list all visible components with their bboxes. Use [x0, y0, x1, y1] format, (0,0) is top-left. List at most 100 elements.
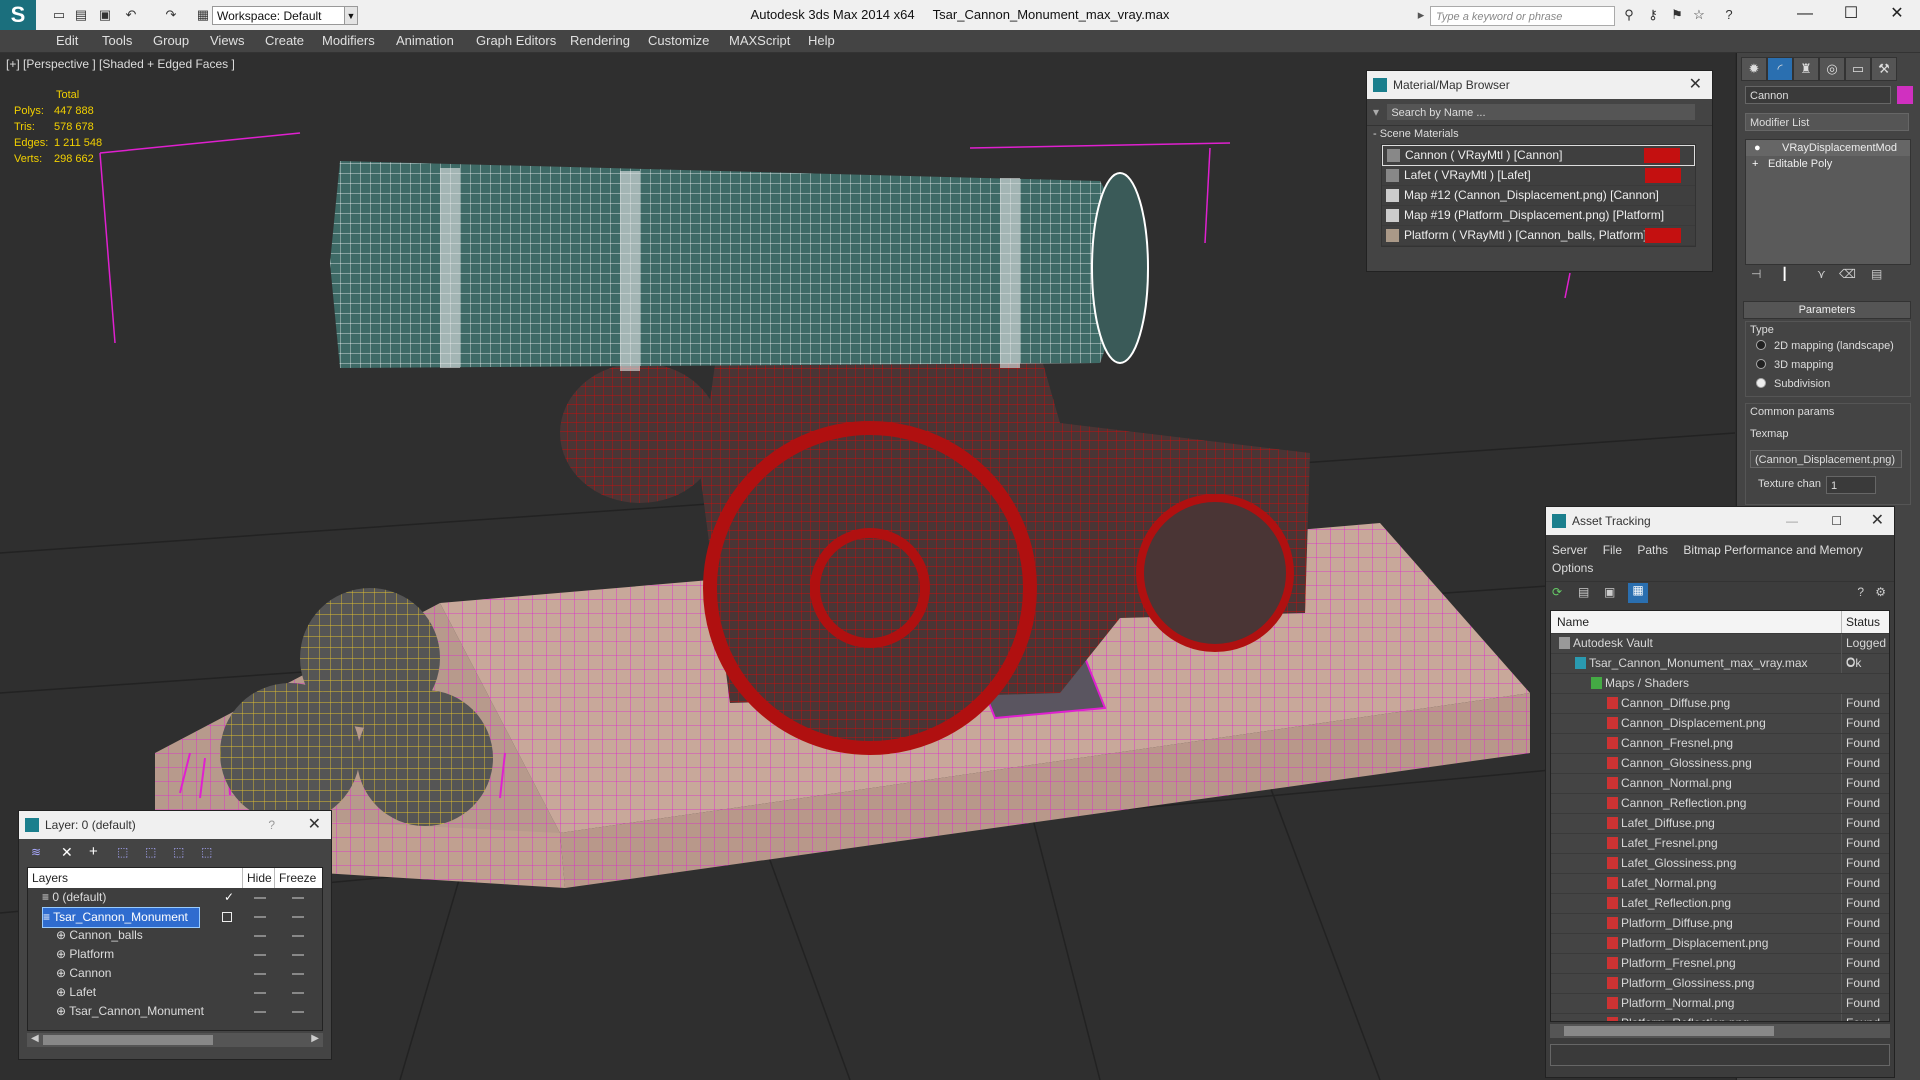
layer-row[interactable]: ⊕ Platform	[28, 945, 322, 964]
asset-row[interactable]: Platform_Reflection.png Found	[1551, 1014, 1889, 1021]
column-hide[interactable]: Hide	[242, 868, 272, 888]
remove-modifier-icon[interactable]: ⌫	[1839, 267, 1856, 281]
hide-toggle[interactable]	[254, 897, 266, 899]
thumbnail-view-icon[interactable]: ▣	[1604, 585, 1615, 599]
asset-row[interactable]: Cannon_Fresnel.png Found	[1551, 734, 1889, 754]
scroll-right-icon[interactable]: ▶	[311, 1033, 319, 1044]
scroll-thumb[interactable]	[1564, 1026, 1774, 1036]
minimize-icon[interactable]: —	[1786, 507, 1798, 535]
freeze-toggle[interactable]	[292, 954, 304, 956]
asset-row[interactable]: Cannon_Reflection.png Found	[1551, 794, 1889, 814]
asset-row[interactable]: Lafet_Diffuse.png Found	[1551, 814, 1889, 834]
radio-icon[interactable]	[1756, 359, 1766, 369]
layer-row[interactable]: ⊕ Lafet	[28, 983, 322, 1002]
material-item[interactable]: Platform ( VRayMtl ) [Cannon_balls, Plat…	[1382, 226, 1695, 246]
configure-modifier-sets-icon[interactable]: ▤	[1871, 267, 1882, 281]
asset-row[interactable]: Cannon_Diffuse.png Found	[1551, 694, 1889, 714]
help-icon[interactable]: ?	[1857, 585, 1864, 599]
menu-tools[interactable]: Tools	[102, 30, 132, 52]
minimize-button[interactable]: —	[1782, 0, 1828, 30]
hide-toggle[interactable]	[254, 992, 266, 994]
menu-server[interactable]: Server	[1552, 543, 1587, 557]
scene-materials-header[interactable]: - Scene Materials	[1367, 125, 1712, 142]
hierarchy-tab-icon[interactable]: ♜	[1793, 57, 1819, 81]
menu-bitmap-performance[interactable]: Bitmap Performance and Memory	[1683, 543, 1862, 557]
asset-row[interactable]: Lafet_Fresnel.png Found	[1551, 834, 1889, 854]
modify-tab-icon[interactable]: ◜	[1767, 57, 1793, 81]
table-view-icon[interactable]: ▦	[1628, 583, 1648, 603]
hide-toggle[interactable]	[254, 973, 266, 975]
select-objects-in-layer-icon[interactable]: ⬚	[145, 845, 156, 859]
radio-subdivision[interactable]: Subdivision	[1756, 378, 1830, 390]
asset-row[interactable]: Platform_Diffuse.png Found	[1551, 914, 1889, 934]
layer-row[interactable]: ⊕ Cannon_balls	[28, 926, 322, 945]
menu-edit[interactable]: Edit	[56, 30, 78, 52]
asset-row[interactable]: Platform_Displacement.png Found	[1551, 934, 1889, 954]
asset-row[interactable]: Tsar_Cannon_Monument_max_vray.max Ok	[1551, 654, 1889, 674]
menu-graph-editors[interactable]: Graph Editors	[476, 30, 556, 52]
bulb-icon[interactable]: ●	[1754, 140, 1761, 156]
material-item[interactable]: Cannon ( VRayMtl ) [Cannon]	[1382, 145, 1695, 166]
column-layers[interactable]: Layers	[32, 868, 68, 888]
layer-row[interactable]: ⊕ Cannon	[28, 964, 322, 983]
keyword-search-input[interactable]: Type a keyword or phrase	[1430, 6, 1615, 26]
material-browser-titlebar[interactable]: Material/Map Browser ✕	[1367, 71, 1712, 99]
close-icon[interactable]: ✕	[1689, 71, 1702, 99]
material-item[interactable]: Lafet ( VRayMtl ) [Lafet]	[1382, 166, 1695, 186]
layer-hscrollbar[interactable]: ◀ ▶	[27, 1033, 323, 1047]
menu-modifiers[interactable]: Modifiers	[322, 30, 375, 52]
hide-toggle[interactable]	[254, 954, 266, 956]
texture-chan-spinner[interactable]: 1	[1826, 476, 1876, 494]
favorites-star-icon[interactable]: ☆	[1690, 6, 1708, 24]
menu-customize[interactable]: Customize	[648, 30, 709, 52]
asset-row[interactable]: Cannon_Glossiness.png Found	[1551, 754, 1889, 774]
hide-toggle[interactable]	[254, 1011, 266, 1013]
menu-group[interactable]: Group	[153, 30, 189, 52]
expand-icon[interactable]: +	[1752, 156, 1758, 172]
parameters-rollout[interactable]: Parameters	[1743, 301, 1911, 319]
freeze-toggle[interactable]	[292, 973, 304, 975]
material-search-input[interactable]: Search by Name ...	[1386, 103, 1697, 121]
set-current-icon[interactable]	[222, 912, 232, 922]
column-name[interactable]: Name	[1557, 611, 1589, 633]
delete-layer-icon[interactable]: ✕	[61, 844, 73, 861]
hide-toggle[interactable]	[254, 916, 266, 918]
close-icon[interactable]: ✕	[308, 811, 321, 839]
radio-icon[interactable]	[1756, 340, 1766, 350]
column-status[interactable]: Status	[1841, 611, 1889, 633]
key-icon[interactable]: ⚷	[1644, 6, 1662, 24]
layer-row[interactable]: ≡ 0 (default) ✓	[28, 888, 322, 907]
menu-paths[interactable]: Paths	[1637, 543, 1668, 557]
asset-row[interactable]: Autodesk Vault Logged O	[1551, 634, 1889, 672]
infocenter-icon[interactable]: ⚑	[1668, 6, 1686, 24]
asset-tracking-titlebar[interactable]: Asset Tracking — ☐ ✕	[1546, 507, 1894, 535]
asset-row[interactable]: Platform_Normal.png Found	[1551, 994, 1889, 1014]
current-layer-check-icon[interactable]: ✓	[224, 888, 234, 907]
asset-hscrollbar[interactable]	[1550, 1024, 1890, 1038]
stack-item-editable-poly[interactable]: + Editable Poly	[1746, 156, 1910, 172]
create-layer-icon[interactable]: +	[89, 843, 98, 860]
freeze-toggle[interactable]	[292, 1011, 304, 1013]
asset-row[interactable]: Maps / Shaders	[1551, 674, 1889, 694]
freeze-toggle[interactable]	[292, 916, 304, 918]
utilities-tab-icon[interactable]: ⚒	[1871, 57, 1897, 81]
asset-row[interactable]: Cannon_Normal.png Found	[1551, 774, 1889, 794]
freeze-all-layers-icon[interactable]: ⬚	[201, 845, 212, 859]
layer-manager-icon[interactable]: ≋	[31, 845, 41, 859]
asset-row[interactable]: Lafet_Glossiness.png Found	[1551, 854, 1889, 874]
menu-create[interactable]: Create	[265, 30, 304, 52]
display-tab-icon[interactable]: ▭	[1845, 57, 1871, 81]
menu-maxscript[interactable]: MAXScript	[729, 30, 790, 52]
asset-row[interactable]: Cannon_Displacement.png Found	[1551, 714, 1889, 734]
asset-row[interactable]: Lafet_Normal.png Found	[1551, 874, 1889, 894]
stack-item-vraydisplacementmod[interactable]: ● VRayDisplacementMod	[1746, 140, 1910, 156]
menu-options[interactable]: Options	[1552, 561, 1593, 575]
freeze-toggle[interactable]	[292, 897, 304, 899]
object-color-swatch[interactable]	[1897, 86, 1913, 104]
help-icon[interactable]: ?	[268, 811, 275, 839]
asset-row[interactable]: Platform_Fresnel.png Found	[1551, 954, 1889, 974]
make-unique-icon[interactable]: ⋎	[1817, 267, 1826, 281]
asset-row[interactable]: Lafet_Reflection.png Found	[1551, 894, 1889, 914]
chevron-down-icon[interactable]: ▼	[344, 6, 358, 25]
maximize-button[interactable]: ☐	[1828, 0, 1874, 30]
